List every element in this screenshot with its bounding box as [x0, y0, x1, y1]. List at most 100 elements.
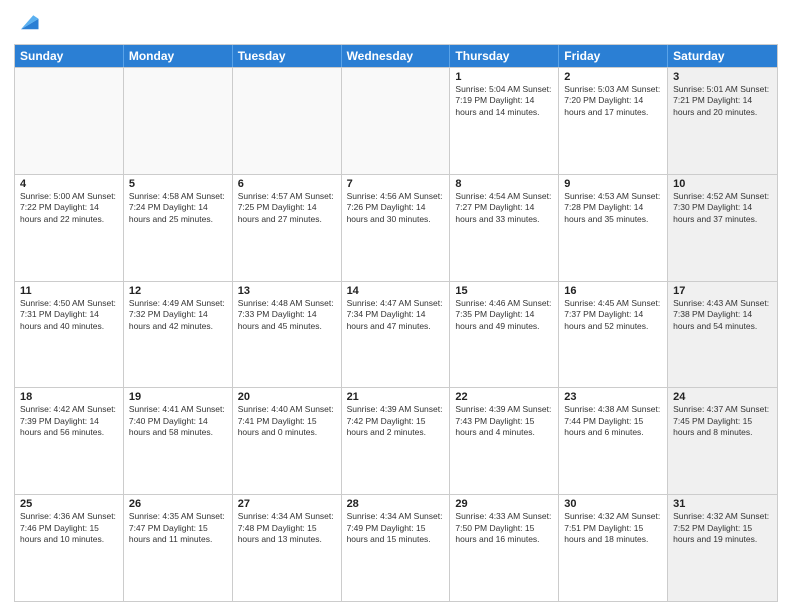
- day-number: 15: [455, 285, 553, 297]
- day-info: Sunrise: 4:48 AM Sunset: 7:33 PM Dayligh…: [238, 298, 336, 332]
- calendar-cell: 16Sunrise: 4:45 AM Sunset: 7:37 PM Dayli…: [559, 282, 668, 388]
- calendar-header-row: SundayMondayTuesdayWednesdayThursdayFrid…: [15, 45, 777, 67]
- day-info: Sunrise: 4:58 AM Sunset: 7:24 PM Dayligh…: [129, 191, 227, 225]
- calendar-cell: 12Sunrise: 4:49 AM Sunset: 7:32 PM Dayli…: [124, 282, 233, 388]
- day-number: 5: [129, 178, 227, 190]
- day-number: 10: [673, 178, 772, 190]
- day-number: 4: [20, 178, 118, 190]
- day-number: 17: [673, 285, 772, 297]
- day-info: Sunrise: 4:39 AM Sunset: 7:42 PM Dayligh…: [347, 404, 445, 438]
- day-number: 19: [129, 391, 227, 403]
- day-info: Sunrise: 4:32 AM Sunset: 7:51 PM Dayligh…: [564, 511, 662, 545]
- header-cell-thursday: Thursday: [450, 45, 559, 67]
- calendar-cell: [15, 68, 124, 174]
- calendar: SundayMondayTuesdayWednesdayThursdayFrid…: [14, 44, 778, 602]
- calendar-cell: [342, 68, 451, 174]
- day-number: 27: [238, 498, 336, 510]
- calendar-cell: 28Sunrise: 4:34 AM Sunset: 7:49 PM Dayli…: [342, 495, 451, 601]
- header-cell-tuesday: Tuesday: [233, 45, 342, 67]
- header-cell-friday: Friday: [559, 45, 668, 67]
- calendar-row-4: 25Sunrise: 4:36 AM Sunset: 7:46 PM Dayli…: [15, 494, 777, 601]
- calendar-row-2: 11Sunrise: 4:50 AM Sunset: 7:31 PM Dayli…: [15, 281, 777, 388]
- day-number: 11: [20, 285, 118, 297]
- day-info: Sunrise: 4:43 AM Sunset: 7:38 PM Dayligh…: [673, 298, 772, 332]
- day-number: 24: [673, 391, 772, 403]
- day-info: Sunrise: 4:54 AM Sunset: 7:27 PM Dayligh…: [455, 191, 553, 225]
- day-number: 22: [455, 391, 553, 403]
- day-number: 7: [347, 178, 445, 190]
- calendar-cell: 29Sunrise: 4:33 AM Sunset: 7:50 PM Dayli…: [450, 495, 559, 601]
- day-info: Sunrise: 4:35 AM Sunset: 7:47 PM Dayligh…: [129, 511, 227, 545]
- calendar-cell: 7Sunrise: 4:56 AM Sunset: 7:26 PM Daylig…: [342, 175, 451, 281]
- day-number: 1: [455, 71, 553, 83]
- day-number: 31: [673, 498, 772, 510]
- calendar-cell: 20Sunrise: 4:40 AM Sunset: 7:41 PM Dayli…: [233, 388, 342, 494]
- day-info: Sunrise: 4:37 AM Sunset: 7:45 PM Dayligh…: [673, 404, 772, 438]
- day-info: Sunrise: 4:45 AM Sunset: 7:37 PM Dayligh…: [564, 298, 662, 332]
- day-number: 3: [673, 71, 772, 83]
- day-info: Sunrise: 5:03 AM Sunset: 7:20 PM Dayligh…: [564, 84, 662, 118]
- calendar-cell: 5Sunrise: 4:58 AM Sunset: 7:24 PM Daylig…: [124, 175, 233, 281]
- day-number: 6: [238, 178, 336, 190]
- day-info: Sunrise: 4:40 AM Sunset: 7:41 PM Dayligh…: [238, 404, 336, 438]
- day-number: 23: [564, 391, 662, 403]
- calendar-row-0: 1Sunrise: 5:04 AM Sunset: 7:19 PM Daylig…: [15, 67, 777, 174]
- header-cell-saturday: Saturday: [668, 45, 777, 67]
- day-info: Sunrise: 4:56 AM Sunset: 7:26 PM Dayligh…: [347, 191, 445, 225]
- calendar-cell: 18Sunrise: 4:42 AM Sunset: 7:39 PM Dayli…: [15, 388, 124, 494]
- calendar-cell: 24Sunrise: 4:37 AM Sunset: 7:45 PM Dayli…: [668, 388, 777, 494]
- calendar-cell: 13Sunrise: 4:48 AM Sunset: 7:33 PM Dayli…: [233, 282, 342, 388]
- day-info: Sunrise: 4:32 AM Sunset: 7:52 PM Dayligh…: [673, 511, 772, 545]
- day-info: Sunrise: 4:57 AM Sunset: 7:25 PM Dayligh…: [238, 191, 336, 225]
- day-number: 28: [347, 498, 445, 510]
- day-info: Sunrise: 4:33 AM Sunset: 7:50 PM Dayligh…: [455, 511, 553, 545]
- calendar-cell: 25Sunrise: 4:36 AM Sunset: 7:46 PM Dayli…: [15, 495, 124, 601]
- day-info: Sunrise: 5:04 AM Sunset: 7:19 PM Dayligh…: [455, 84, 553, 118]
- calendar-cell: 23Sunrise: 4:38 AM Sunset: 7:44 PM Dayli…: [559, 388, 668, 494]
- logo-icon: [14, 10, 42, 38]
- day-info: Sunrise: 4:47 AM Sunset: 7:34 PM Dayligh…: [347, 298, 445, 332]
- calendar-row-3: 18Sunrise: 4:42 AM Sunset: 7:39 PM Dayli…: [15, 387, 777, 494]
- calendar-cell: 31Sunrise: 4:32 AM Sunset: 7:52 PM Dayli…: [668, 495, 777, 601]
- calendar-cell: 9Sunrise: 4:53 AM Sunset: 7:28 PM Daylig…: [559, 175, 668, 281]
- calendar-cell: 22Sunrise: 4:39 AM Sunset: 7:43 PM Dayli…: [450, 388, 559, 494]
- calendar-cell: 3Sunrise: 5:01 AM Sunset: 7:21 PM Daylig…: [668, 68, 777, 174]
- header-cell-sunday: Sunday: [15, 45, 124, 67]
- day-number: 8: [455, 178, 553, 190]
- day-number: 21: [347, 391, 445, 403]
- logo: [14, 10, 46, 38]
- day-number: 18: [20, 391, 118, 403]
- calendar-cell: 26Sunrise: 4:35 AM Sunset: 7:47 PM Dayli…: [124, 495, 233, 601]
- calendar-cell: 19Sunrise: 4:41 AM Sunset: 7:40 PM Dayli…: [124, 388, 233, 494]
- day-number: 30: [564, 498, 662, 510]
- calendar-cell: 8Sunrise: 4:54 AM Sunset: 7:27 PM Daylig…: [450, 175, 559, 281]
- day-number: 12: [129, 285, 227, 297]
- day-number: 13: [238, 285, 336, 297]
- day-number: 9: [564, 178, 662, 190]
- calendar-row-1: 4Sunrise: 5:00 AM Sunset: 7:22 PM Daylig…: [15, 174, 777, 281]
- calendar-cell: 30Sunrise: 4:32 AM Sunset: 7:51 PM Dayli…: [559, 495, 668, 601]
- calendar-cell: 2Sunrise: 5:03 AM Sunset: 7:20 PM Daylig…: [559, 68, 668, 174]
- calendar-cell: 15Sunrise: 4:46 AM Sunset: 7:35 PM Dayli…: [450, 282, 559, 388]
- day-info: Sunrise: 4:50 AM Sunset: 7:31 PM Dayligh…: [20, 298, 118, 332]
- calendar-cell: [233, 68, 342, 174]
- day-info: Sunrise: 4:38 AM Sunset: 7:44 PM Dayligh…: [564, 404, 662, 438]
- day-info: Sunrise: 5:00 AM Sunset: 7:22 PM Dayligh…: [20, 191, 118, 225]
- calendar-cell: 6Sunrise: 4:57 AM Sunset: 7:25 PM Daylig…: [233, 175, 342, 281]
- calendar-cell: 10Sunrise: 4:52 AM Sunset: 7:30 PM Dayli…: [668, 175, 777, 281]
- day-number: 16: [564, 285, 662, 297]
- calendar-cell: 27Sunrise: 4:34 AM Sunset: 7:48 PM Dayli…: [233, 495, 342, 601]
- calendar-cell: 1Sunrise: 5:04 AM Sunset: 7:19 PM Daylig…: [450, 68, 559, 174]
- page: SundayMondayTuesdayWednesdayThursdayFrid…: [0, 0, 792, 612]
- day-number: 2: [564, 71, 662, 83]
- calendar-body: 1Sunrise: 5:04 AM Sunset: 7:19 PM Daylig…: [15, 67, 777, 601]
- day-number: 25: [20, 498, 118, 510]
- calendar-cell: 17Sunrise: 4:43 AM Sunset: 7:38 PM Dayli…: [668, 282, 777, 388]
- calendar-cell: 4Sunrise: 5:00 AM Sunset: 7:22 PM Daylig…: [15, 175, 124, 281]
- day-info: Sunrise: 4:41 AM Sunset: 7:40 PM Dayligh…: [129, 404, 227, 438]
- day-info: Sunrise: 4:42 AM Sunset: 7:39 PM Dayligh…: [20, 404, 118, 438]
- header-cell-wednesday: Wednesday: [342, 45, 451, 67]
- day-info: Sunrise: 5:01 AM Sunset: 7:21 PM Dayligh…: [673, 84, 772, 118]
- calendar-cell: 21Sunrise: 4:39 AM Sunset: 7:42 PM Dayli…: [342, 388, 451, 494]
- day-info: Sunrise: 4:53 AM Sunset: 7:28 PM Dayligh…: [564, 191, 662, 225]
